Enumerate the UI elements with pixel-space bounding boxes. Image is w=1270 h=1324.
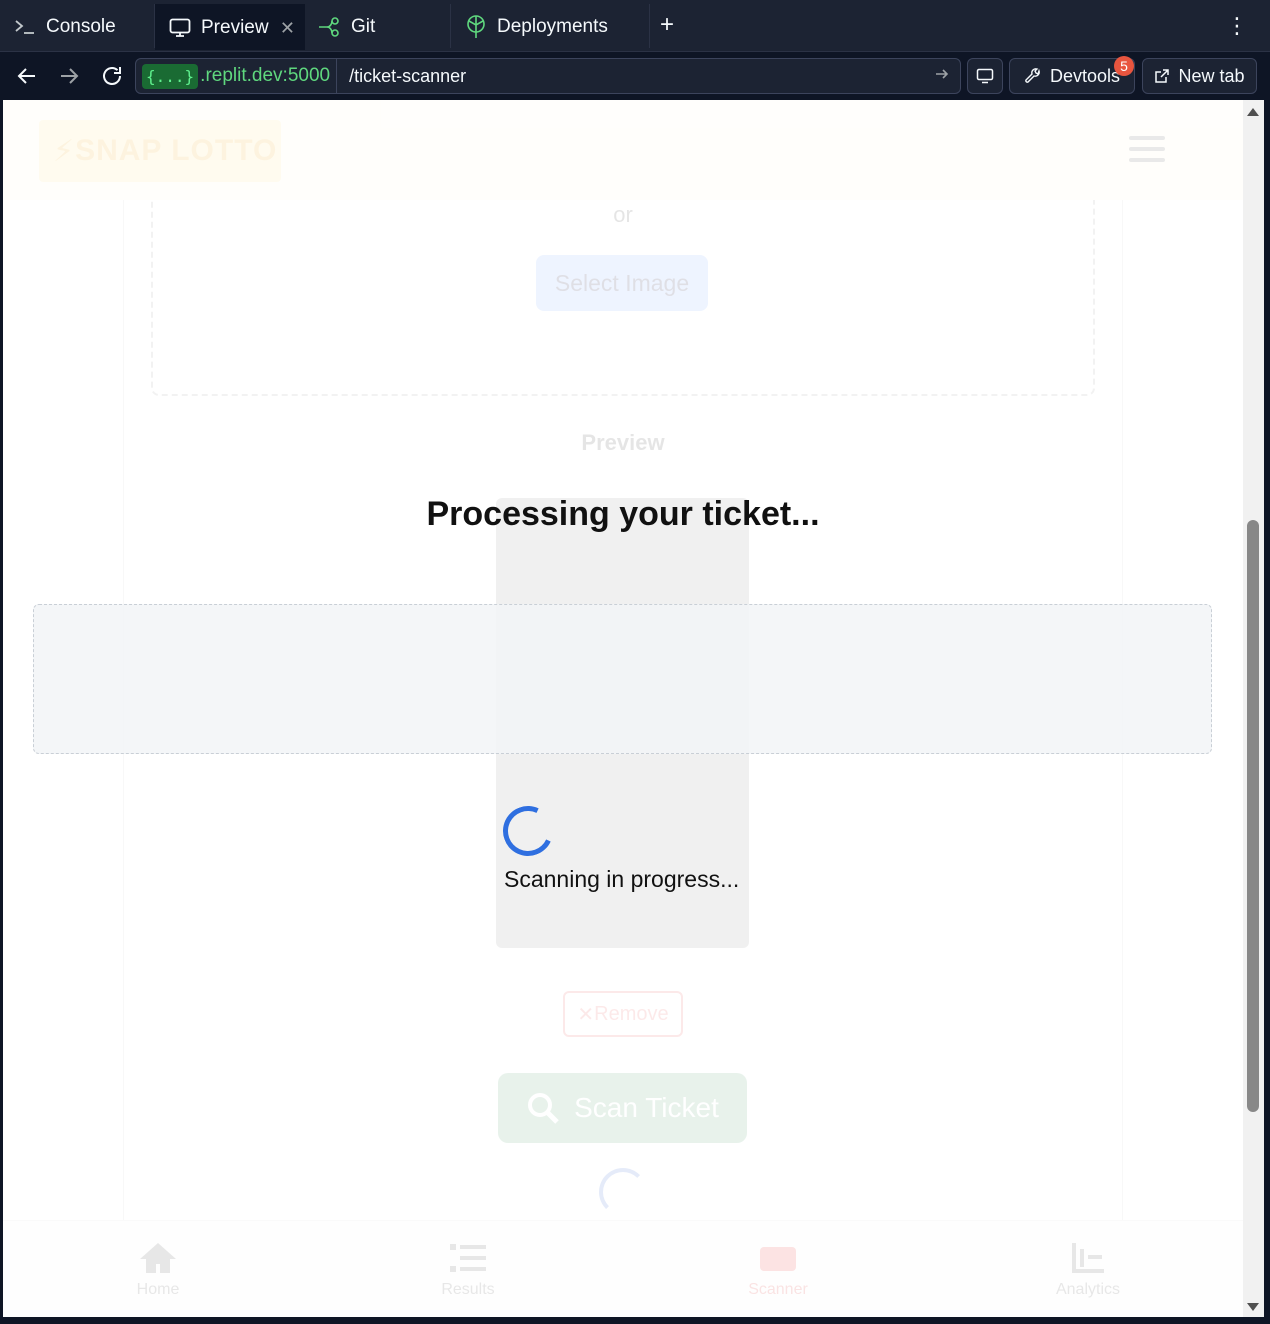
preview-scrollbar[interactable]: [1243, 100, 1264, 1317]
monitor-icon: [976, 68, 994, 84]
address-bar[interactable]: {...} .replit.dev:5000 /ticket-scanner: [135, 58, 961, 94]
preview-viewport: or Select Image Preview ✕ Remove Scan Ti…: [3, 100, 1243, 1317]
reload-button[interactable]: [98, 62, 126, 90]
scanning-spinner: [495, 798, 561, 864]
devtools-badge: 5: [1114, 56, 1134, 76]
devtools-label: Devtools: [1049, 65, 1121, 86]
tab-label: Git: [351, 16, 376, 37]
back-button[interactable]: [13, 62, 41, 90]
preview-toolbar: {...} .replit.dev:5000 /ticket-scanner D…: [0, 52, 1270, 100]
device-toggle-button[interactable]: [967, 58, 1003, 94]
tab-console[interactable]: Console: [0, 4, 154, 50]
forward-button[interactable]: [55, 62, 83, 90]
scrollbar-thumb[interactable]: [1247, 520, 1259, 1112]
monitor-icon: [167, 15, 193, 41]
new-tab-button[interactable]: New tab: [1142, 58, 1257, 94]
arrow-right-icon: [61, 68, 79, 84]
address-divider: [336, 59, 338, 93]
tab-divider: [649, 4, 650, 48]
host-badge: {...}: [142, 63, 199, 89]
more-options-icon[interactable]: ⋮: [1226, 14, 1248, 38]
address-path[interactable]: /ticket-scanner: [349, 66, 466, 87]
terminal-icon: [12, 14, 38, 40]
deployments-icon: [463, 14, 489, 40]
tab-label: Console: [46, 16, 116, 37]
arrow-left-icon: [17, 68, 35, 84]
git-branch-icon: [317, 14, 343, 40]
tab-git[interactable]: Git: [305, 4, 450, 50]
external-link-icon: [1155, 69, 1170, 83]
wrench-icon: [1025, 68, 1040, 83]
new-tab-label: New tab: [1178, 65, 1245, 86]
address-host: .replit.dev:5000: [200, 65, 331, 86]
processing-overlay: Processing your ticket... Scanning in pr…: [3, 100, 1243, 1317]
tab-preview[interactable]: Preview ✕: [155, 4, 305, 50]
go-arrow-icon[interactable]: [934, 66, 950, 87]
processing-title: Processing your ticket...: [426, 495, 820, 533]
scroll-up-arrow-icon[interactable]: [1247, 108, 1259, 116]
close-icon[interactable]: ✕: [280, 18, 295, 39]
tab-label: Deployments: [497, 16, 608, 37]
scroll-down-arrow-icon[interactable]: [1247, 1303, 1259, 1311]
workspace-tab-bar: Console Preview ✕ Git Deployments + ⋮: [0, 0, 1270, 52]
add-tab-button[interactable]: +: [660, 12, 674, 38]
tab-label: Preview: [201, 17, 269, 38]
scan-progress-panel: [33, 604, 1212, 754]
devtools-button[interactable]: Devtools 5: [1009, 56, 1135, 94]
reload-icon: [103, 67, 121, 85]
tab-deployments[interactable]: Deployments: [451, 4, 649, 50]
scanning-status-text: Scanning in progress...: [504, 866, 740, 892]
